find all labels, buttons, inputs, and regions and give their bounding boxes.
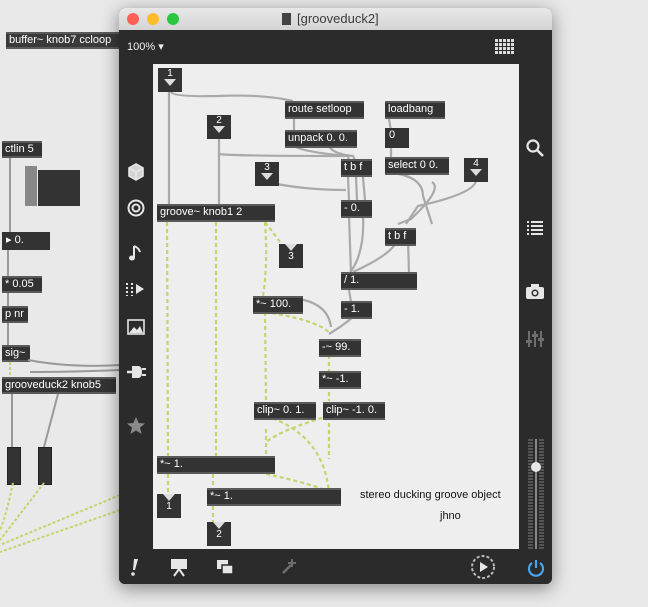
clip-neg1-0-object[interactable]: clip~ -1. 0. [323,402,385,420]
presentation-icon[interactable] [169,557,189,577]
inlet-arrow-icon [213,126,225,133]
outlet-2-number: 2 [216,529,222,540]
outlet-arrow-icon [213,522,225,529]
inlet-4[interactable]: 4 [464,158,488,182]
document-icon [282,13,291,25]
description-comment: stereo ducking groove object [360,489,501,501]
zoom-value: 100% [127,41,156,53]
window-title: [grooveduck2] [297,11,379,26]
number-box-zero[interactable]: 0 [385,128,409,148]
outlet-arrow-icon [163,494,175,501]
left-sidebar [119,64,153,549]
outlet-2[interactable]: 2 [207,522,231,546]
zoom-level[interactable]: 100% ▾ [127,40,164,53]
patch-canvas[interactable]: 1 2 3 4 route setloop loadbang unpack 0.… [153,64,519,549]
output-level-meter[interactable] [528,439,544,549]
tbf-object-1[interactable]: t b f [341,159,372,177]
outlet-3-number: 3 [288,251,294,262]
author-comment: jhno [440,510,461,522]
sub-99-object[interactable]: -~ 99. [319,339,361,357]
zoom-button[interactable] [167,13,179,25]
bg-cables [0,158,121,553]
windows-icon[interactable] [215,557,235,577]
list-icon[interactable] [525,218,545,238]
divide-object[interactable]: / 1. [341,272,417,290]
right-sidebar [519,64,552,549]
clip-0-1-object[interactable]: clip~ 0. 1. [254,402,316,420]
bottom-toolbar [119,549,552,584]
inlet-arrow-icon [470,169,482,176]
outlet-3[interactable]: 3 [279,244,303,268]
meter-left-channel [528,439,533,549]
title-bar[interactable]: [grooveduck2] [119,8,552,31]
mul-1-object-a[interactable]: *~ 1. [157,456,275,474]
groove-object[interactable]: groove~ knob1 2 [157,204,275,222]
target-icon[interactable] [126,198,146,218]
outlet-arrow-icon [285,244,297,251]
minimize-button[interactable] [147,13,159,25]
inlet-1[interactable]: 1 [158,68,182,92]
inlet-3[interactable]: 3 [255,162,279,186]
image-icon[interactable] [126,317,146,337]
inlet-1-number: 1 [167,68,173,79]
minus-one-object[interactable]: - 1. [341,301,372,319]
gain-slider-knob[interactable] [531,462,541,472]
camera-icon[interactable] [525,282,545,302]
add-object-icon[interactable] [279,557,299,577]
inlet-arrow-icon [261,173,273,180]
gain-slider-track [535,439,537,549]
star-icon[interactable] [126,416,146,436]
mul-1-object-b[interactable]: *~ 1. [207,488,341,506]
select-object[interactable]: select 0 0. [385,157,449,175]
mul-neg1-object[interactable]: *~ -1. [319,371,361,389]
music-note-icon[interactable] [126,243,146,263]
minus-zero-object[interactable]: - 0. [341,200,372,218]
edit-mode-icon[interactable] [128,557,142,577]
grid-icon[interactable] [495,39,517,57]
top-toolbar: 100% ▾ [119,30,552,64]
zoom-dropdown-icon: ▾ [158,41,164,53]
outlet-1-number: 1 [166,501,172,512]
search-icon[interactable] [525,138,545,158]
loadbang-object[interactable]: loadbang [385,101,445,119]
tbf-object-2[interactable]: t b f [385,228,416,246]
close-button[interactable] [127,13,139,25]
inlet-arrow-icon [164,79,176,86]
inlet-4-number: 4 [473,158,479,169]
plug-icon[interactable] [125,362,147,382]
inlet-3-number: 3 [264,162,270,173]
meter-right-channel [539,439,544,549]
cube-icon[interactable] [126,162,146,182]
route-setloop-object[interactable]: route setloop [285,101,364,119]
patcher-window: [grooveduck2] 100% ▾ 1 2 3 4 route setlo… [119,8,552,584]
playlist-icon[interactable] [125,279,147,299]
inlet-2-number: 2 [216,115,222,126]
play-icon[interactable] [470,554,496,580]
mul-100-object[interactable]: *~ 100. [253,296,303,314]
sliders-icon[interactable] [525,329,545,349]
outlet-1[interactable]: 1 [157,494,181,518]
unpack-object[interactable]: unpack 0. 0. [285,130,357,148]
inlet-2[interactable]: 2 [207,115,231,139]
power-icon[interactable] [526,558,546,578]
